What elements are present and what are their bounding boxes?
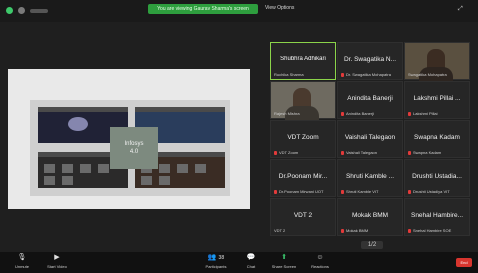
fullscreen-icon[interactable]: ⤢ [458, 6, 470, 14]
participant-name: Vaishali Talegaon [344, 134, 396, 141]
shield-icon[interactable] [6, 7, 13, 14]
participant-name: Snehal Hambire... [410, 212, 464, 219]
participant-name: Drushti Ustadia... [412, 173, 462, 180]
share-screen-label: Share Screen [271, 264, 297, 269]
participant-tile[interactable]: Snehal Hambire... Snehal Hambire SOE [404, 198, 470, 236]
participant-name: Dr. Swagatika N... [343, 56, 397, 63]
participant-tile[interactable]: Mokak BMM Mokak BMM [337, 198, 403, 236]
window-controls [6, 7, 48, 14]
view-options-button[interactable]: View Options [265, 5, 294, 11]
chat-label: Chat [246, 264, 256, 269]
gallery-page-indicator[interactable]: 1/2 [361, 241, 383, 249]
participant-tile[interactable]: Drushti Ustadia... Drushti Ustadiya VIT [404, 159, 470, 197]
participants-button[interactable]: 👥 38 Participants [196, 254, 236, 269]
mic-muted-icon [341, 228, 344, 233]
participant-tile[interactable]: Swagatika Mohapatra [404, 42, 470, 81]
meeting-toolbar: 🎙 Unmute ▶ Start Video 👥 38 Participants… [0, 252, 478, 273]
mic-muted-icon [341, 111, 344, 116]
logo-icon [68, 117, 88, 131]
title-bar: You are viewing Gaurav Sharma's screen V… [0, 0, 478, 22]
shared-slide: Infosys 4.0 [30, 100, 230, 196]
unmute-button[interactable]: 🎙 Unmute [8, 254, 36, 269]
participant-name: Mokak BMM [351, 212, 389, 219]
participant-name: Swapna Kadam [414, 134, 460, 141]
participant-sub: Vaishali Talegaon [346, 150, 377, 155]
unmute-label: Unmute [14, 264, 29, 269]
info-icon[interactable] [18, 7, 25, 14]
participant-sub: Lakshmi Pillai [413, 111, 438, 116]
participant-sub: Swagatika Mohapatra [408, 72, 447, 77]
participant-tile[interactable]: Swapna Kadam Swapna Kadam [404, 120, 470, 158]
participant-tile[interactable]: Anindita Banerji Anindita Banerji [337, 81, 403, 119]
participant-name: Dr.Poonam Mir... [278, 173, 328, 180]
participant-sub: Shruti Kamble VIT [346, 189, 379, 194]
participant-tile[interactable]: VDT Zoom VDT Zoom [270, 120, 336, 158]
participant-sub: VDT Zoom [279, 150, 299, 155]
event-title-line1: Infosys [124, 141, 144, 147]
mic-muted-icon [408, 150, 411, 155]
participant-sub: Dr. Swagatika Mohapatra [346, 72, 391, 77]
mic-muted-icon [408, 111, 411, 116]
mic-muted-icon [408, 189, 411, 194]
participant-name: Shubhra Adhikari [280, 56, 326, 62]
viewing-screen-banner: You are viewing Gaurav Sharma's screen [148, 4, 258, 14]
participant-sub: Anindita Banerji [346, 111, 375, 116]
reactions-label: Reactions [311, 264, 329, 269]
microphone-icon: 🎙 [17, 254, 27, 261]
mic-muted-icon [274, 150, 277, 155]
share-screen-button[interactable]: ⬆ Share Screen [266, 254, 302, 269]
event-title-card: Infosys 4.0 [110, 127, 158, 169]
participants-count: 38 [218, 255, 225, 261]
participant-tile[interactable]: Vaishali Talegaon Vaishali Talegaon [337, 120, 403, 158]
participant-name: Lakshmi Pillai ... [413, 95, 461, 102]
share-screen-icon: ⬆ [281, 254, 287, 261]
meeting-info[interactable] [30, 8, 48, 13]
participant-tile[interactable]: Dr. Swagatika N... Dr. Swagatika Mohapat… [337, 42, 403, 80]
participant-gallery: Shubhra Adhikari Ruchika Sharma Dr. Swag… [270, 42, 471, 240]
mic-muted-icon [408, 228, 411, 233]
participant-sub: Swapna Kadam [413, 150, 442, 155]
mic-muted-icon [341, 189, 344, 194]
participant-sub: Mokak BMM [346, 228, 369, 233]
participant-name: Shruti Kamble ... [345, 173, 395, 180]
participant-tile[interactable]: Dr.Poonam Mir... Dr.Poonam Mirwani UOT [270, 159, 336, 197]
mic-muted-icon [341, 72, 344, 77]
participant-sub: Dr.Poonam Mirwani UOT [279, 189, 324, 194]
participant-name: VDT 2 [293, 212, 313, 219]
mic-muted-icon [341, 150, 344, 155]
participant-sub: VDT 2 [274, 228, 286, 233]
participant-tile[interactable]: Rajesh Mishra [270, 81, 336, 120]
participant-sub: Rajesh Mishra [274, 111, 300, 116]
video-camera-icon: ▶ [54, 254, 60, 261]
chat-icon: 💬 [246, 254, 256, 261]
participants-label: Participants [205, 264, 227, 269]
participant-tile[interactable]: Shruti Kamble ... Shruti Kamble VIT [337, 159, 403, 197]
start-video-label: Start Video [47, 264, 67, 269]
participant-name: VDT Zoom [287, 134, 319, 141]
participant-sub: Drushti Ustadiya VIT [413, 189, 450, 194]
start-video-button[interactable]: ▶ Start Video [40, 254, 74, 269]
mic-muted-icon [274, 189, 277, 194]
participant-tile[interactable]: VDT 2 VDT 2 [270, 198, 336, 236]
smiley-icon: ☺ [316, 254, 324, 261]
reactions-button[interactable]: ☺ Reactions [304, 254, 336, 269]
participant-name: Anindita Banerji [347, 95, 393, 102]
participant-sub: Ruchika Sharma [274, 72, 304, 77]
participant-sub: Snehal Hambire SOE [413, 228, 452, 233]
participant-tile[interactable]: Shubhra Adhikari Ruchika Sharma [270, 42, 336, 80]
participants-icon: 👥 38 [207, 254, 225, 261]
end-meeting-button[interactable]: End [456, 258, 472, 267]
participant-tile[interactable]: Lakshmi Pillai ... Lakshmi Pillai [404, 81, 470, 119]
event-title-line2: 4.0 [129, 149, 139, 155]
chat-button[interactable]: 💬 Chat [240, 254, 262, 269]
shared-screen: Infosys 4.0 [8, 69, 250, 209]
